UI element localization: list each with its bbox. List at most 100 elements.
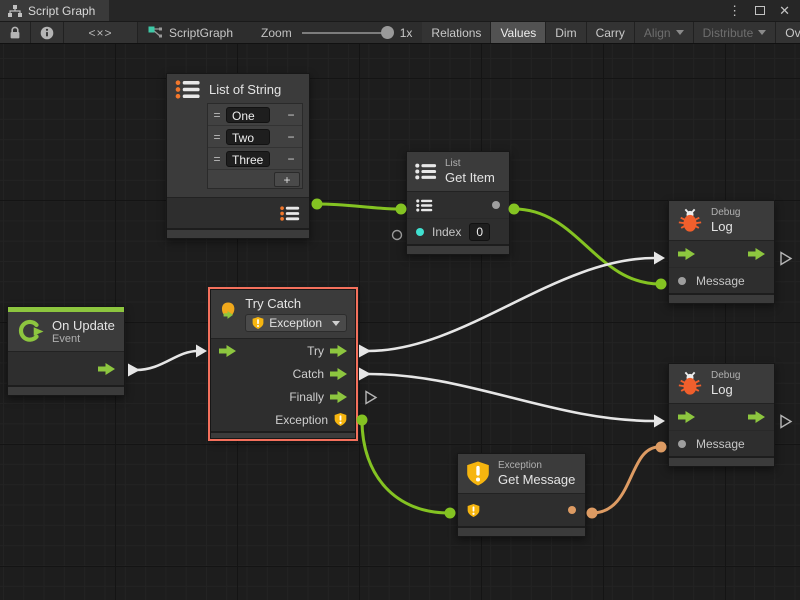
exception-port-label: Exception [275,413,328,427]
node-title: On Update [52,318,115,333]
remove-item-button[interactable]: − [284,130,298,144]
node-get-item[interactable]: List Get Item Index 0 [406,151,510,255]
node-try-catch[interactable]: Try Catch Exception Try [210,289,356,439]
flow-input-port[interactable] [219,345,236,357]
maximize-button[interactable] [755,6,765,15]
add-item-button[interactable]: + [274,172,300,187]
try-catch-icon [219,296,237,326]
wire-try-to-log[interactable] [368,258,655,351]
bug-icon [677,208,703,233]
exception-output-port[interactable] [334,412,347,427]
lock-button[interactable] [0,22,31,43]
log-top-flow-out-marker[interactable] [781,253,791,265]
exception-input-port[interactable] [467,503,480,518]
node-footer [8,385,124,395]
list-input-port[interactable] [416,199,433,212]
dim-button[interactable]: Dim [546,22,586,43]
finally-unconnected-marker[interactable] [366,392,376,404]
list-item-row: = One − [208,104,302,126]
flow-output-port[interactable] [98,363,115,375]
node-title: Get Item [445,170,495,185]
node-footer [211,431,355,438]
wire-getmessage-to-log[interactable] [592,447,659,513]
list-item-row: = Three − [208,148,302,170]
message-input-port[interactable] [678,440,686,448]
zoom-slider[interactable] [302,32,390,34]
code-icon: <×> [88,26,112,40]
info-button[interactable] [31,22,64,43]
list-item-input[interactable]: Two [226,129,270,145]
item-output-port[interactable] [492,201,500,209]
try-port-label: Try [307,344,324,358]
overview-button[interactable]: Overview [776,22,800,43]
node-title: Try Catch [245,296,347,311]
lock-icon [9,26,21,40]
relations-button[interactable]: Relations [422,22,491,43]
node-title: Get Message [498,472,575,487]
graph-canvas[interactable]: List of String = One − = Two − = [0,44,800,600]
message-input-port[interactable] [678,277,686,285]
list-item-row: = Two − [208,126,302,148]
carry-button[interactable]: Carry [587,22,635,43]
wire-exception-to-getmessage[interactable] [362,420,449,513]
node-list-of-string[interactable]: List of String = One − = Two − = [166,73,310,239]
exception-type-dropdown[interactable]: Exception [245,314,347,332]
remove-item-button[interactable]: − [284,152,298,166]
flow-input-port[interactable] [678,411,695,423]
flow-input-port[interactable] [678,248,695,260]
tab-bar: Script Graph ⋮ ✕ [0,0,800,22]
catch-output-port[interactable] [330,368,347,380]
node-footer [669,456,774,466]
index-input-port[interactable] [416,228,424,236]
loop-event-icon [16,318,44,345]
distribute-dropdown[interactable]: Distribute [694,22,777,43]
message-label: Message [696,274,745,288]
node-title: Log [711,382,740,397]
breadcrumb-label: ScriptGraph [169,26,233,40]
graph-breadcrumb[interactable]: ScriptGraph [148,26,233,40]
flow-output-port[interactable] [748,411,765,423]
drag-handle[interactable]: = [212,108,222,122]
message-output-port[interactable] [568,506,576,514]
zoom-slider-handle[interactable] [381,26,394,39]
log-bottom-flow-out-marker[interactable] [781,416,791,428]
close-button[interactable]: ✕ [779,4,790,17]
index-label: Index [432,225,461,239]
node-debug-log-bottom[interactable]: Debug Log Message [668,363,775,467]
list-item-input[interactable]: Three [226,151,270,167]
wire-onupdate-to-trycatch[interactable] [136,351,198,370]
node-subtitle: Event [52,333,115,345]
message-label: Message [696,437,745,451]
node-category: Exception [498,460,575,472]
graph-node-icon [148,26,163,39]
align-dropdown[interactable]: Align [635,22,694,43]
try-output-port[interactable] [330,345,347,357]
wire-getitem-to-log[interactable] [514,209,660,284]
wire-catch-to-log[interactable] [368,374,655,421]
index-unconnected-marker[interactable] [393,231,402,240]
tab-script-graph[interactable]: Script Graph [0,0,109,21]
flow-output-port[interactable] [748,248,765,260]
caret-down-icon [332,321,340,326]
hierarchy-icon [8,5,22,17]
node-category: Debug [711,370,740,382]
list-item-input[interactable]: One [226,107,270,123]
finally-output-port[interactable] [330,391,347,403]
graph-toolbar: <×> ScriptGraph Zoom 1x Relations Values… [0,22,800,44]
wire-list-to-getitem[interactable] [317,204,400,209]
caret-down-icon [758,30,766,35]
values-button[interactable]: Values [491,22,546,43]
dropdown-label: Exception [269,316,322,330]
window-menu-button[interactable]: ⋮ [728,4,741,17]
node-debug-log-top[interactable]: Debug Log Message [668,200,775,304]
code-preview-button[interactable]: <×> [64,22,138,43]
list-output-port[interactable] [280,206,300,221]
node-get-message[interactable]: Exception Get Message [457,453,586,537]
drag-handle[interactable]: = [212,152,222,166]
script-graph-window: Script Graph ⋮ ✕ <×> [0,0,800,600]
index-value-field[interactable]: 0 [469,223,490,241]
node-category: Debug [711,207,740,219]
drag-handle[interactable]: = [212,130,222,144]
remove-item-button[interactable]: − [284,108,298,122]
node-on-update[interactable]: On Update Event [7,306,125,396]
